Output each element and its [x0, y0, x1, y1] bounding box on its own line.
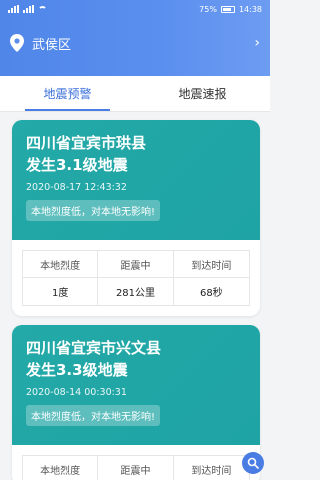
location-name: 武侯区 — [32, 37, 72, 53]
quake-card[interactable]: 四川省宜宾市珙县 发生3.1级地震 2020-08-17 12:43:32 本地… — [12, 120, 260, 316]
tab-earthquake-report[interactable]: 地震速报 — [135, 76, 270, 111]
status-bar: 75% 14:38 — [0, 0, 270, 18]
col-header-arrival: 到达时间 — [173, 251, 249, 278]
clock-text: 14:38 — [238, 4, 262, 14]
value-intensity: 1度 — [23, 278, 99, 305]
signal-icon — [8, 5, 19, 13]
value-arrival: 68秒 — [199, 288, 223, 299]
col-header-distance: 距震中 — [98, 251, 174, 278]
quake-title-line2: 发生3.1级地震 — [26, 156, 128, 174]
battery-icon — [220, 5, 235, 13]
quake-card-header: 四川省宜宾市珙县 发生3.1级地震 2020-08-17 12:43:32 本地… — [12, 120, 260, 240]
quake-title-line1: 四川省宜宾市兴文县 — [26, 339, 162, 357]
search-icon — [247, 457, 259, 469]
impact-tip: 本地烈度低，对本地无影响! — [26, 405, 161, 426]
app-header: 75% 14:38 武侯区 › — [0, 0, 270, 76]
signal-indicators — [8, 5, 47, 13]
search-button[interactable] — [242, 452, 264, 474]
tab-bar: 地震预警 地震速报 — [0, 76, 270, 112]
col-header-distance: 距震中 — [98, 456, 174, 480]
location-bar[interactable]: 武侯区 › — [0, 18, 270, 68]
wifi-icon — [38, 5, 47, 13]
quake-title: 四川省宜宾市兴文县 发生3.3级地震 — [26, 337, 246, 381]
chevron-right-icon[interactable]: › — [254, 35, 260, 51]
battery-text: 75% — [199, 4, 217, 14]
quake-title-line1: 四川省宜宾市珙县 — [26, 134, 147, 152]
quake-time: 2020-08-17 12:43:32 — [26, 182, 127, 193]
col-header-arrival: 到达时间 — [174, 456, 249, 480]
quake-card[interactable]: 四川省宜宾市兴文县 发生3.3级地震 2020-08-14 00:30:31 本… — [12, 325, 260, 480]
quake-title: 四川省宜宾市珙县 发生3.1级地震 — [26, 132, 246, 176]
quake-time: 2020-08-14 00:30:31 — [26, 387, 127, 398]
quake-stats-table: 本地烈度 距震中 到达时间 — [22, 455, 250, 480]
impact-tip: 本地烈度低，对本地无影响! — [26, 200, 161, 221]
col-header-intensity: 本地烈度 — [23, 251, 99, 278]
quake-title-line2: 发生3.3级地震 — [26, 361, 128, 379]
status-right: 75% 14:38 — [199, 5, 262, 14]
col-header-intensity: 本地烈度 — [23, 456, 99, 480]
tab-earthquake-warning[interactable]: 地震预警 — [0, 76, 135, 111]
value-distance: 281公里 — [98, 278, 174, 305]
location-pin-icon — [10, 34, 24, 52]
quake-stats-table: 本地烈度 距震中 到达时间 1度 281公里 68秒 — [22, 250, 250, 306]
quake-card-header: 四川省宜宾市兴文县 发生3.3级地震 2020-08-14 00:30:31 本… — [12, 325, 260, 445]
signal-icon-2 — [23, 5, 34, 13]
